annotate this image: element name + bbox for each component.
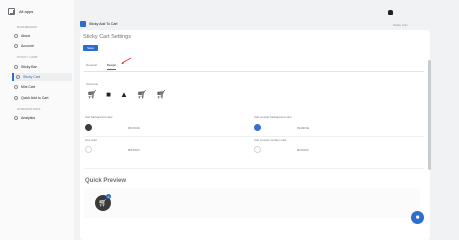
cart-bg-color-swatch[interactable] (85, 124, 92, 131)
sidebar-item-quick-add-to-cart[interactable]: Quick Add to Cart (12, 94, 72, 102)
notification-bell-icon[interactable] (388, 10, 393, 15)
icon-color-value[interactable]: #FFFFFF (128, 148, 140, 152)
sidebar-item-label: Sticky Cart (23, 75, 40, 79)
app-header: Sticky Add To Cart (80, 21, 118, 27)
sidebar: All apps DASHBOARD About Account STICKY … (0, 0, 74, 240)
basket-icon[interactable]: ▲ (120, 91, 128, 99)
cart-add-icon[interactable]: 🛒︎ (137, 91, 147, 99)
section-title-dashboard: DASHBOARD (17, 25, 37, 29)
app-name: Sticky Add To Cart (89, 22, 118, 26)
counter-number-color-value[interactable]: #FFFFFF (297, 148, 309, 152)
app-logo-icon (80, 21, 86, 27)
sidebar-item-label: About (21, 34, 31, 38)
trolley-icon[interactable]: 🛒︎ (156, 91, 166, 99)
all-apps-label: All apps (19, 9, 34, 14)
shopping-cart-icon[interactable]: 🛒︎ (87, 91, 97, 99)
sidebar-item-about[interactable]: About (12, 32, 72, 40)
tab-general[interactable]: General (86, 63, 97, 70)
settings-card: Sticky Cart Settings Save General Design… (80, 30, 430, 240)
sidebar-item-label: Analytics (21, 116, 36, 120)
user-icon (14, 44, 18, 48)
settings-tabs: General Design (86, 63, 117, 70)
app-shell: All apps DASHBOARD About Account STICKY … (0, 0, 459, 240)
sidebar-item-label: Mini Cart (21, 85, 36, 89)
sidebar-item-sticky-cart[interactable]: Sticky Cart (12, 73, 72, 81)
bar-icon (14, 65, 18, 69)
section-title-sticky-cart: STICKY CART (17, 55, 38, 59)
icon-color-label: Icon color (85, 138, 98, 142)
chat-icon: ■ (415, 214, 420, 221)
counter-number-color-swatch[interactable] (254, 146, 261, 153)
all-apps-link[interactable]: All apps (8, 8, 33, 15)
tab-design[interactable]: Design (106, 63, 117, 70)
sidebar-item-label: Sticky Bar (21, 65, 37, 69)
sidebar-item-account[interactable]: Account (12, 42, 72, 50)
topbar-right-text: Sticky Cart (393, 23, 408, 27)
section-title-integrations: INTEGRATIONS (17, 107, 41, 111)
sidebar-item-sticky-bar[interactable]: Sticky Bar (12, 63, 72, 71)
icon-color-swatch[interactable] (85, 146, 92, 153)
counter-number-color-label: Cart counter number color (254, 138, 287, 142)
shopping-bag-icon[interactable]: ■ (106, 91, 111, 99)
tabs-divider (84, 71, 424, 72)
scrollbar[interactable] (428, 60, 431, 170)
cart-bg-color-label: Cart background color (85, 115, 113, 119)
sidebar-item-analytics[interactable]: Analytics (12, 114, 72, 122)
analytics-icon (14, 116, 18, 120)
mini-cart-icon (14, 85, 18, 89)
shopping-cart-icon: 🛒︎ (98, 200, 108, 207)
sidebar-item-label: Account (21, 44, 34, 48)
red-arrow-annotation-icon (121, 57, 132, 64)
counter-bg-color-label: Cart counter background color (254, 115, 292, 119)
save-button[interactable]: Save (83, 45, 98, 51)
quick-add-icon (14, 96, 18, 100)
quick-preview-title: Quick Preview (85, 178, 127, 184)
cart-icon (16, 75, 20, 79)
apps-grid-icon (8, 8, 15, 15)
cart-icon-section-title: Cart Icon (86, 82, 99, 86)
cart-bg-color-value[interactable]: #3C3C3C (128, 126, 140, 130)
preview-cart-counter-badge: 0 (106, 194, 111, 199)
cart-icon-picker: 🛒︎ ■ ▲ 🛒︎ 🛒︎ (87, 91, 166, 99)
page-title: Sticky Cart Settings (83, 34, 131, 40)
counter-bg-color-swatch[interactable] (254, 124, 261, 131)
sidebar-item-mini-cart[interactable]: Mini Cart (12, 83, 72, 91)
quick-preview-area (84, 188, 420, 218)
chat-support-button[interactable]: ■ (411, 211, 424, 224)
counter-bg-color-value[interactable]: #3A6FCE (297, 126, 309, 130)
section-divider (84, 168, 424, 169)
row-divider (84, 136, 424, 137)
info-icon (14, 34, 18, 38)
sidebar-item-label: Quick Add to Cart (21, 96, 49, 100)
